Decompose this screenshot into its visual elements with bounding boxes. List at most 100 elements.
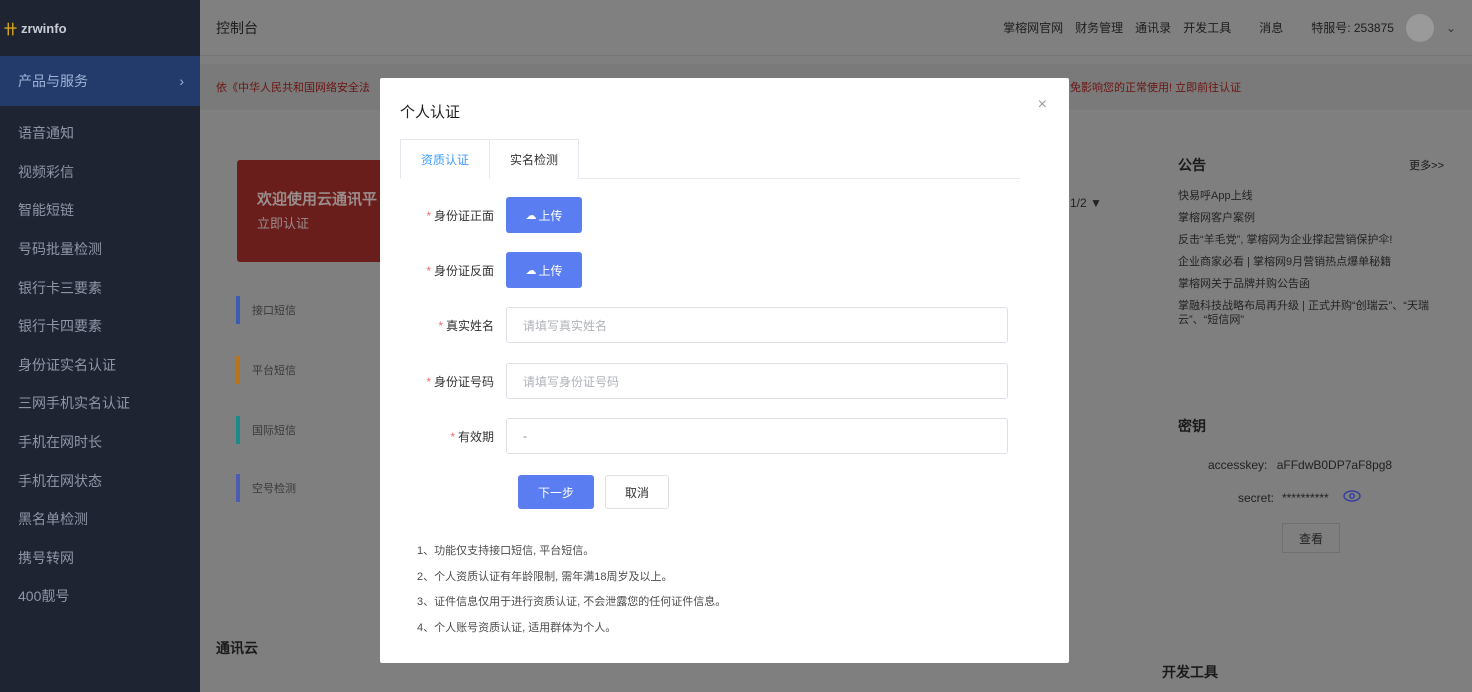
product-bar [236, 356, 240, 384]
app-logo[interactable]: 卄 zrwinfo [0, 0, 200, 56]
sidebar-products-label: 产品与服务 [18, 73, 88, 89]
top-header: 控制台 掌榕网官网 财务管理 通讯录 开发工具 消息 特服号: 253875 ⌄ [200, 0, 1472, 56]
form-row-name: * 真实姓名 请填写真实姓名 [380, 305, 1069, 345]
secret-value: ********** [1282, 490, 1329, 505]
eye-icon[interactable] [1343, 490, 1361, 505]
notice-text-left: 依《中华人民共和国网络安全法 [216, 82, 370, 94]
upload-id-back-button[interactable]: ☁ 上传 [506, 252, 582, 288]
sidebar-item[interactable]: 身份证实名认证 [0, 346, 200, 385]
modal-tabs: 资质认证 实名检测 [400, 139, 1020, 179]
welcome-title: 欢迎使用云通讯平 [257, 191, 378, 208]
sidebar-item[interactable]: 视频彩信 [0, 153, 200, 192]
real-name-input[interactable]: 请填写真实姓名 [506, 307, 1008, 343]
chevron-right-icon: › [179, 73, 184, 89]
announcement-item[interactable]: 掌榕网客户案例 [1178, 211, 1444, 225]
sidebar-menu: 语音通知 视频彩信 智能短链 号码批量检测 银行卡三要素 银行卡四要素 身份证实… [0, 114, 200, 616]
sidebar-item[interactable]: 号码批量检测 [0, 230, 200, 269]
service-number: 特服号: 253875 [1311, 21, 1394, 35]
id-number-label: * 身份证号码 [426, 374, 494, 389]
product-item[interactable]: 平台短信 [236, 355, 296, 385]
announcement-item[interactable]: 反击“羊毛党”, 掌榕网为企业撑起营销保护伞! [1178, 233, 1444, 247]
sidebar-item[interactable]: 携号转网 [0, 539, 200, 578]
announcement-item[interactable]: 掌融科技战略布局再升级 | 正式并购“创瑞云”、“天瑞云”、“短信网” [1178, 299, 1444, 327]
avatar[interactable] [1405, 13, 1434, 42]
logo-text: zrwinfo [21, 20, 67, 36]
announcements-more-link[interactable]: 更多>> [1409, 157, 1444, 173]
product-item[interactable]: 空号检测 [236, 473, 296, 503]
tab-qualification[interactable]: 资质认证 [400, 139, 491, 179]
note-item: 4、个人账号资质认证, 适用群体为个人。 [417, 621, 617, 634]
sidebar-products-header[interactable]: 产品与服务 › [0, 56, 200, 106]
extra-panel [1162, 598, 1460, 640]
sidebar: 卄 zrwinfo 产品与服务 › 语音通知 视频彩信 智能短链 号码批量检测 … [0, 0, 200, 692]
upload-id-front-button[interactable]: ☁ 上传 [506, 197, 582, 233]
form-row-validity: * 有效期 - [380, 416, 1069, 456]
product-label: 空号检测 [252, 483, 296, 495]
top-nav: 掌榕网官网 财务管理 通讯录 开发工具 消息 特服号: 253875 ⌄ [991, 13, 1456, 42]
note-item: 3、证件信息仅用于进行资质认证, 不会泄露您的任何证件信息。 [417, 596, 727, 608]
nav-link-finance[interactable]: 财务管理 [1075, 19, 1123, 36]
announcements-panel: 公告 更多>> 快易呼App上线 掌榕网客户案例 反击“羊毛党”, 掌榕网为企业… [1162, 137, 1460, 383]
sidebar-item[interactable]: 语音通知 [0, 114, 200, 153]
product-label: 平台短信 [252, 365, 296, 377]
note-item: 2、个人资质认证有年龄限制, 需年满18周岁及以上。 [417, 570, 673, 583]
tab-realname-check[interactable]: 实名检测 [490, 139, 580, 179]
auth-notes: 1、功能仅支持接口短信, 平台短信。 2、个人资质认证有年龄限制, 需年满18周… [417, 544, 726, 646]
accesskey-label: accesskey: [1208, 458, 1268, 472]
product-item[interactable]: 接口短信 [236, 295, 296, 325]
nav-link-homepage[interactable]: 掌榕网官网 [1003, 19, 1063, 36]
name-label: * 真实姓名 [438, 318, 494, 333]
personal-auth-modal: 个人认证 × 资质认证 实名检测 * 身份证正面 ☁ 上传 * 身份证反面 ☁ 上传… [380, 78, 1069, 663]
product-label: 接口短信 [252, 305, 296, 317]
form-actions: 下一步 取消 [380, 472, 1069, 512]
view-secret-button[interactable]: 查看 [1282, 523, 1340, 553]
announcement-item[interactable]: 掌榕网关于品牌并购公告函 [1178, 277, 1444, 291]
form-row-id-back: * 身份证反面 ☁ 上传 [380, 250, 1069, 290]
next-step-button[interactable]: 下一步 [518, 475, 594, 509]
secret-label: secret: [1238, 490, 1275, 505]
id-back-label: * 身份证反面 [426, 263, 494, 278]
sidebar-item[interactable]: 手机在网时长 [0, 423, 200, 462]
logo-mark-icon: 卄 [4, 21, 18, 37]
cloud-upload-icon: ☁ [525, 209, 537, 222]
product-bar [236, 296, 240, 324]
announcement-item[interactable]: 企业商家必看 | 掌榕网9月营销热点爆单秘籍 [1178, 255, 1444, 269]
pagination[interactable]: 1/2 ▼ [1070, 196, 1102, 210]
cloud-upload-icon: ☁ [525, 264, 537, 277]
validity-date-range[interactable]: - [506, 418, 1008, 454]
product-bar [236, 474, 240, 502]
nav-link-contacts[interactable]: 通讯录 [1135, 19, 1171, 36]
sidebar-item[interactable]: 银行卡四要素 [0, 307, 200, 346]
devtools-title: 开发工具 [1162, 664, 1218, 680]
chevron-down-icon[interactable]: ⌄ [1446, 21, 1456, 35]
product-label: 国际短信 [252, 425, 296, 437]
nav-link-devtools[interactable]: 开发工具 [1183, 19, 1231, 36]
keys-title: 密钥 [1178, 418, 1206, 434]
id-number-input[interactable]: 请填写身份证号码 [506, 363, 1008, 399]
note-item: 1、功能仅支持接口短信, 平台短信。 [417, 545, 595, 557]
nav-link-messages[interactable]: 消息 [1259, 19, 1283, 36]
sidebar-item[interactable]: 400靓号 [0, 577, 200, 616]
secret-row: secret: ********** [1178, 490, 1444, 505]
accesskey-row: accesskey: aFFdwB0DP7aF8pg8 [1178, 458, 1444, 472]
form-row-id-front: * 身份证正面 ☁ 上传 [380, 195, 1069, 235]
sidebar-item[interactable]: 手机在网状态 [0, 461, 200, 500]
announcements-title: 公告 [1178, 157, 1206, 173]
announcement-item[interactable]: 快易呼App上线 [1178, 189, 1444, 203]
cancel-button[interactable]: 取消 [605, 475, 669, 509]
sidebar-item[interactable]: 银行卡三要素 [0, 268, 200, 307]
welcome-subtitle[interactable]: 立即认证 [257, 213, 387, 232]
keys-panel: 密钥 accesskey: aFFdwB0DP7aF8pg8 secret: *… [1162, 400, 1460, 583]
sidebar-item[interactable]: 三网手机实名认证 [0, 384, 200, 423]
accesskey-value: aFFdwB0DP7aF8pg8 [1276, 458, 1393, 472]
close-icon[interactable]: × [1038, 96, 1047, 114]
product-bar [236, 416, 240, 444]
notice-text-right[interactable]: 免影响您的正常使用! 立即前往认证 [1070, 79, 1241, 95]
product-item[interactable]: 国际短信 [236, 415, 296, 445]
sidebar-item[interactable]: 智能短链 [0, 191, 200, 230]
id-front-label: * 身份证正面 [426, 208, 494, 223]
sidebar-item[interactable]: 黑名单检测 [0, 500, 200, 539]
modal-title: 个人认证 [400, 104, 461, 121]
section-title: 通讯云 [216, 640, 258, 656]
page-title: 控制台 [216, 19, 258, 36]
